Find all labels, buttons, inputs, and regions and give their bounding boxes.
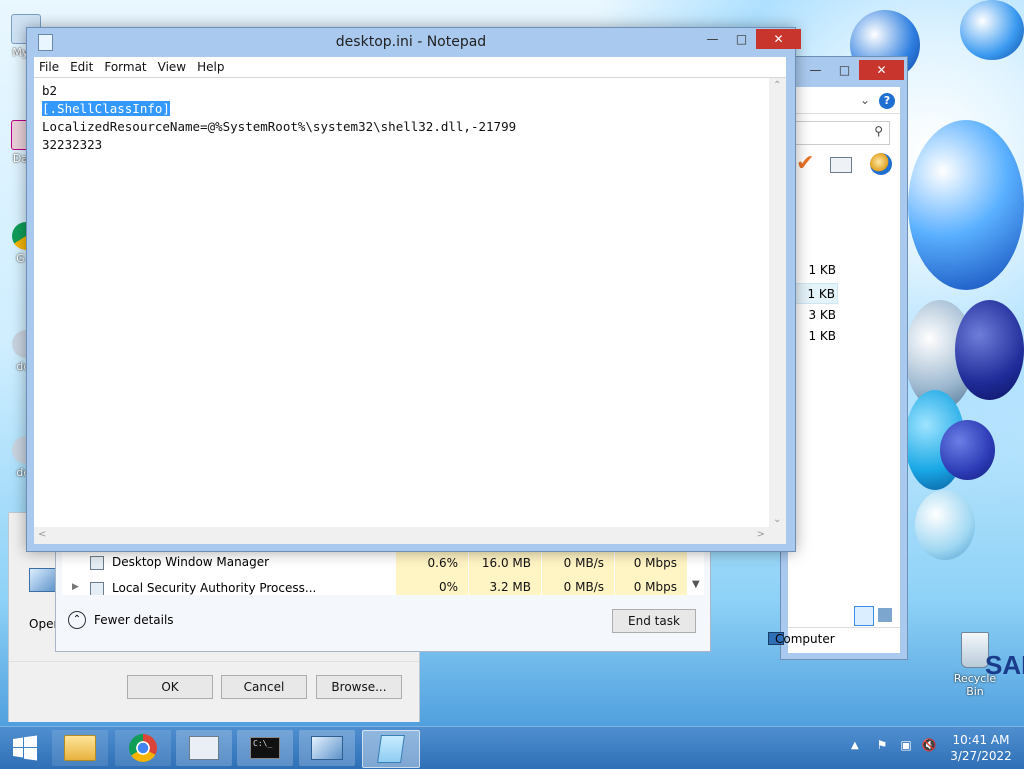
- network-cell: 0 Mbps: [615, 577, 687, 595]
- notepad-window: desktop.ini - Notepad — □ ✕ File Edit Fo…: [26, 27, 801, 552]
- large-icons-view-icon[interactable]: [878, 608, 892, 622]
- wallpaper-bubble: [915, 490, 975, 560]
- menu-help[interactable]: Help: [192, 60, 229, 74]
- text-line-selected: [.ShellClassInfo]: [42, 101, 170, 116]
- scroll-down-icon[interactable]: ▼: [692, 579, 700, 590]
- vertical-scrollbar[interactable]: ⌃ ⌄: [769, 78, 786, 527]
- menu-edit[interactable]: Edit: [65, 60, 98, 74]
- table-row[interactable]: ▶ Local Security Authority Process... 0%…: [62, 577, 704, 595]
- address-bar[interactable]: ⌄ ?: [788, 91, 900, 114]
- clock-date: 3/27/2022: [950, 749, 1012, 763]
- text-editor[interactable]: b2 [.ShellClassInfo] LocalizedResourceNa…: [34, 77, 786, 544]
- taskbar-chrome[interactable]: [115, 730, 171, 766]
- table-row[interactable]: Desktop Window Manager 0.6% 16.0 MB 0 MB…: [62, 549, 704, 577]
- memory-cell: 16.0 MB: [469, 549, 541, 577]
- disk-cell: 0 MB/s: [542, 549, 614, 577]
- taskbar: C:\_ ▲ ⚑ ▣ 🔇 10:41 AM 3/27/2022: [0, 726, 1024, 769]
- clock[interactable]: 10:41 AM 3/27/2022: [946, 732, 1016, 764]
- run-icon: [311, 736, 343, 760]
- ok-button[interactable]: OK: [127, 675, 213, 699]
- scroll-down-icon[interactable]: ⌄: [773, 514, 781, 525]
- wallpaper-bubble: [908, 120, 1024, 290]
- status-location: Computer: [775, 632, 835, 646]
- network-icon[interactable]: ▣: [898, 738, 914, 754]
- checkmark-icon[interactable]: ✔: [796, 151, 814, 176]
- properties-icon[interactable]: [830, 157, 852, 173]
- scrollbar-corner: [769, 527, 786, 544]
- menu-bar: File Edit Format View Help: [34, 57, 786, 77]
- collapse-icon: ⌃: [68, 611, 86, 629]
- volume-muted-icon[interactable]: 🔇: [921, 738, 937, 754]
- app-icon: [90, 582, 104, 595]
- close-button[interactable]: ✕: [756, 29, 801, 49]
- scroll-left-icon[interactable]: <: [38, 529, 46, 540]
- shell-icon[interactable]: [870, 153, 892, 175]
- taskbar-command-prompt[interactable]: C:\_: [237, 730, 293, 766]
- taskbar-run[interactable]: [299, 730, 355, 766]
- fewer-details-label: Fewer details: [94, 613, 174, 627]
- details-view-icon[interactable]: [854, 606, 874, 626]
- taskbar-notepad[interactable]: [362, 730, 420, 768]
- command-prompt-icon: C:\_: [250, 737, 280, 759]
- fewer-details-toggle[interactable]: ⌃ Fewer details: [68, 611, 174, 629]
- maximize-button[interactable]: □: [727, 29, 756, 49]
- help-icon[interactable]: ?: [879, 93, 895, 109]
- cpu-cell: 0.6%: [396, 549, 468, 577]
- notepad-icon: [377, 735, 405, 763]
- explorer-body: ⌄ ? ⚲ ✔ 1 KB 1 KB 3 KB 1 KB Computer: [768, 87, 900, 653]
- wallpaper-bubble: [955, 300, 1024, 400]
- task-manager-icon: [189, 736, 219, 760]
- chrome-icon: [129, 734, 157, 762]
- menu-view[interactable]: View: [153, 60, 191, 74]
- show-hidden-icons-icon[interactable]: ▲: [851, 740, 859, 751]
- task-manager-window: Desktop Window Manager 0.6% 16.0 MB 0 MB…: [55, 548, 711, 652]
- text-line: 32232323: [42, 137, 103, 152]
- file-explorer-icon: [64, 735, 96, 761]
- clock-time: 10:41 AM: [952, 733, 1010, 747]
- expand-arrow-icon[interactable]: ▶: [72, 582, 79, 592]
- search-icon: ⚲: [874, 124, 883, 138]
- network-cell: 0 Mbps: [615, 549, 687, 577]
- process-name: Desktop Window Manager: [112, 555, 270, 569]
- process-table: Desktop Window Manager 0.6% 16.0 MB 0 MB…: [62, 549, 704, 595]
- close-button[interactable]: ✕: [859, 60, 904, 80]
- action-center-flag-icon[interactable]: ⚑: [874, 738, 890, 754]
- run-icon: [29, 568, 57, 592]
- search-box[interactable]: ⚲: [794, 121, 890, 145]
- end-task-button[interactable]: End task: [612, 609, 696, 633]
- explorer-window: — □ ✕ ⌄ ? ⚲ ✔ 1 KB 1 KB 3 KB 1 KB Comput…: [768, 56, 908, 660]
- notepad-title-buttons: — □ ✕: [698, 29, 801, 49]
- horizontal-scrollbar[interactable]: < >: [34, 527, 769, 544]
- app-icon: [90, 556, 104, 570]
- text-line: b2: [42, 83, 58, 98]
- start-button[interactable]: [0, 730, 50, 766]
- selection: [.ShellClassInfo]: [42, 101, 170, 116]
- window-title: desktop.ini - Notepad: [335, 34, 487, 50]
- process-name: Local Security Authority Process...: [112, 581, 317, 595]
- text-line: LocalizedResourceName=@%SystemRoot%\syst…: [42, 119, 517, 134]
- brand-logo: SAM: [985, 650, 1024, 680]
- minimize-button[interactable]: —: [698, 29, 727, 49]
- menu-file[interactable]: File: [34, 60, 64, 74]
- maximize-button[interactable]: □: [830, 60, 859, 80]
- scroll-right-icon[interactable]: >: [757, 529, 765, 540]
- cpu-cell: 0%: [396, 577, 468, 595]
- memory-cell: 3.2 MB: [469, 577, 541, 595]
- wallpaper-bubble: [960, 0, 1024, 60]
- browse-button[interactable]: Browse...: [316, 675, 402, 699]
- status-bar: Computer: [768, 606, 900, 652]
- taskbar-task-manager[interactable]: [176, 730, 232, 766]
- menu-format[interactable]: Format: [99, 60, 151, 74]
- explorer-title-buttons: — □ ✕: [801, 60, 904, 80]
- wallpaper-bubble: [940, 420, 995, 480]
- disk-cell: 0 MB/s: [542, 577, 614, 595]
- cancel-button[interactable]: Cancel: [221, 675, 307, 699]
- scroll-up-icon[interactable]: ⌃: [773, 80, 781, 91]
- chevron-down-icon[interactable]: ⌄: [860, 93, 870, 107]
- windows-logo-icon: [13, 735, 37, 761]
- taskbar-file-explorer[interactable]: [52, 730, 108, 766]
- minimize-button[interactable]: —: [801, 60, 830, 80]
